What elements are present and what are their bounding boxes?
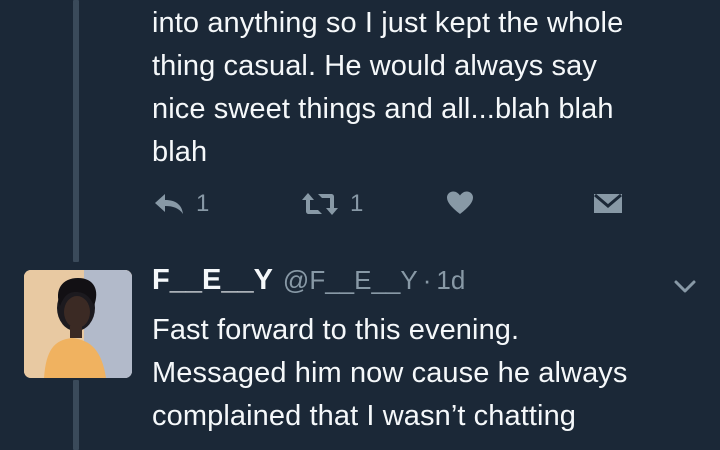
tweet-text-line: blah — [152, 136, 208, 168]
previous-tweet-text: into anything so I just kept the whole t… — [152, 2, 712, 174]
tweet-header: F__E__Y @F__E__Y · 1d — [152, 264, 465, 304]
tweet-actions: 1 1 — [152, 190, 632, 226]
display-name[interactable]: F__E__Y — [152, 264, 273, 297]
thread-line-top — [73, 0, 79, 262]
tweet-text-line: nice sweet things and all...blah blah — [152, 93, 614, 125]
separator-dot: · — [422, 265, 432, 295]
tweet-text-line: into anything so I just kept the whole — [152, 7, 624, 39]
chevron-down-icon — [674, 280, 696, 293]
avatar[interactable] — [24, 270, 132, 378]
reply-count: 1 — [196, 190, 210, 217]
thread-line-bottom — [73, 380, 79, 450]
retweet-icon — [302, 193, 338, 215]
tweet-text-line: Messaged him now cause he always — [152, 357, 628, 389]
reply-icon — [155, 194, 183, 214]
heart-icon — [447, 191, 473, 214]
user-handle[interactable]: @F__E__Y — [283, 265, 418, 296]
tweet-text-line: thing casual. He would always say — [152, 50, 597, 82]
like-button[interactable] — [446, 190, 474, 216]
tweet-menu-button[interactable] — [672, 276, 698, 296]
reply-button[interactable]: 1 — [152, 190, 209, 218]
tweet-text-line: complained that I wasn’t chatting — [152, 400, 577, 432]
timestamp[interactable]: 1d — [436, 265, 465, 296]
tweet-text: Fast forward to this evening. Messaged h… — [152, 309, 712, 438]
direct-message-button[interactable] — [592, 190, 624, 216]
envelope-icon — [594, 193, 622, 213]
avatar-image — [24, 270, 132, 378]
retweet-button[interactable]: 1 — [300, 190, 363, 218]
retweet-count: 1 — [350, 190, 364, 217]
tweet-text-line: Fast forward to this evening. — [152, 314, 520, 346]
